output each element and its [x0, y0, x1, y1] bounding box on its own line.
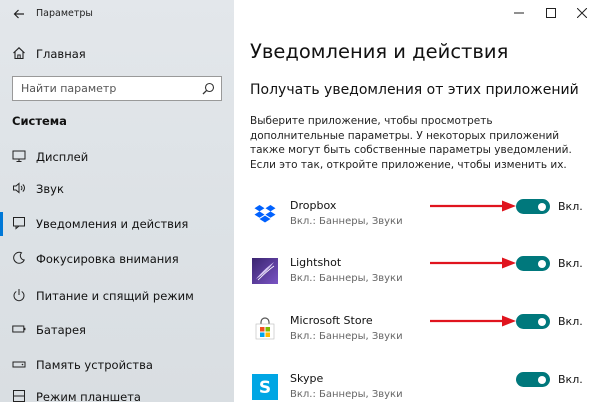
battery-icon: [12, 325, 26, 333]
sidebar-item-label: Режим планшета: [36, 390, 141, 402]
focus-assist-icon: [13, 251, 25, 264]
notifications-toggle[interactable]: [516, 372, 550, 387]
notifications-toggle[interactable]: [516, 256, 550, 271]
window-title: Параметры: [36, 8, 93, 19]
notifications-icon: [13, 217, 25, 230]
skype-logo-icon: S: [252, 374, 278, 400]
dropbox-logo-icon: [254, 205, 276, 223]
search-placeholder: Найти параметр: [21, 82, 117, 95]
notifications-toggle[interactable]: [516, 199, 550, 214]
lightshot-logo-icon: [252, 258, 278, 284]
minimize-icon: [514, 12, 524, 14]
notifications-toggle[interactable]: [516, 314, 550, 329]
sidebar-item-sound[interactable]: Звук: [0, 173, 234, 205]
sidebar-item-home[interactable]: Главная: [0, 42, 234, 66]
toggle-knob: [538, 202, 546, 211]
display-icon: [12, 150, 26, 162]
app-notification-detail: Вкл.: Баннеры, Звуки: [290, 273, 403, 284]
page-title: Уведомления и действия: [250, 40, 509, 63]
annotation-arrow-icon: [430, 315, 516, 327]
sidebar-item-battery[interactable]: Батарея: [0, 314, 234, 346]
toggle-state-label: Вкл.: [558, 200, 583, 213]
sidebar-item-focus-assist[interactable]: Фокусировка внимания: [0, 243, 234, 275]
sidebar-item-storage[interactable]: Память устройства: [0, 349, 234, 381]
sidebar-item-label: Питание и спящий режим: [36, 289, 194, 303]
microsoft-store-logo-icon: [255, 317, 275, 340]
maximize-icon: [546, 8, 556, 18]
back-arrow-icon: [13, 9, 24, 19]
sidebar-item-label: Уведомления и действия: [36, 217, 189, 231]
minimize-button[interactable]: [502, 0, 536, 26]
sidebar-item-display[interactable]: Дисплей: [0, 141, 234, 173]
tablet-mode-icon: [13, 390, 25, 402]
app-name: Skype: [290, 372, 324, 385]
home-icon: [13, 47, 25, 60]
toggle-state-label: Вкл.: [558, 257, 583, 270]
sidebar-item-power[interactable]: Питание и спящий режим: [0, 280, 234, 312]
section-subtitle: Получать уведомления от этих приложений: [250, 82, 579, 98]
sound-icon: [13, 182, 25, 194]
toggle-state-label: Вкл.: [558, 315, 583, 328]
sidebar-item-label: Память устройства: [36, 358, 153, 372]
maximize-button[interactable]: [534, 0, 568, 26]
power-icon: [13, 289, 25, 302]
sidebar-item-notifications[interactable]: Уведомления и действия: [0, 208, 234, 240]
toggle-state-label: Вкл.: [558, 373, 583, 386]
app-row-microsoft-store[interactable]: Microsoft Store Вкл.: Баннеры, Звуки Вкл…: [250, 314, 600, 358]
settings-sidebar: Параметры Главная Найти параметр Система…: [0, 0, 234, 402]
app-notification-detail: Вкл.: Баннеры, Звуки: [290, 389, 403, 400]
sidebar-item-label: Дисплей: [36, 150, 89, 164]
active-indicator: [0, 212, 3, 236]
toggle-knob: [538, 259, 546, 268]
app-name: Microsoft Store: [290, 314, 373, 327]
sidebar-item-label: Фокусировка внимания: [36, 252, 179, 266]
sidebar-item-tablet-mode[interactable]: Режим планшета: [0, 381, 234, 402]
app-row-skype[interactable]: S Skype Вкл.: Баннеры, Звуки Вкл.: [250, 372, 600, 402]
sidebar-item-label: Звук: [36, 182, 64, 196]
sidebar-item-label: Главная: [36, 47, 86, 61]
app-notification-detail: Вкл.: Баннеры, Звуки: [290, 216, 403, 227]
section-title: Система: [12, 114, 67, 128]
search-input[interactable]: Найти параметр: [12, 76, 222, 101]
storage-icon: [12, 361, 26, 368]
app-name: Lightshot: [290, 256, 342, 269]
search-icon[interactable]: [202, 82, 215, 95]
toggle-knob: [538, 375, 546, 384]
app-row-dropbox[interactable]: Dropbox Вкл.: Баннеры, Звуки Вкл.: [250, 199, 600, 243]
annotation-arrow-icon: [430, 257, 516, 269]
app-name: Dropbox: [290, 199, 337, 212]
annotation-arrow-icon: [430, 200, 516, 212]
close-button[interactable]: [565, 0, 599, 26]
back-button[interactable]: [10, 5, 28, 23]
sidebar-item-label: Батарея: [36, 323, 86, 337]
svg-text:S: S: [259, 378, 271, 398]
description-text: Выберите приложение, чтобы просмотреть д…: [250, 115, 572, 171]
app-row-lightshot[interactable]: Lightshot Вкл.: Баннеры, Звуки Вкл.: [250, 256, 600, 300]
title-bar: Параметры: [0, 0, 234, 28]
main-panel: Уведомления и действия Получать уведомле…: [234, 0, 600, 402]
toggle-knob: [538, 317, 546, 326]
app-notification-detail: Вкл.: Баннеры, Звуки: [290, 331, 403, 342]
close-icon: [577, 8, 587, 18]
